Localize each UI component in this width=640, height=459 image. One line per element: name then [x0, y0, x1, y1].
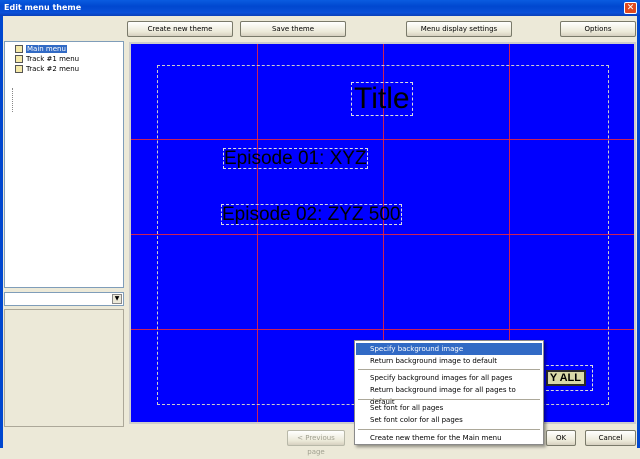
menu-separator	[358, 369, 540, 370]
menu-title-text[interactable]: Title	[351, 82, 413, 116]
menu-page-icon	[15, 65, 23, 73]
create-new-theme-button[interactable]: Create new theme	[127, 21, 233, 37]
menu-display-settings-button[interactable]: Menu display settings	[406, 21, 512, 37]
menu-item-return-background-default[interactable]: Return background image to default	[356, 355, 542, 367]
properties-panel	[4, 309, 124, 427]
tree-item-track-2-menu[interactable]: Track #2 menu	[15, 64, 79, 74]
menu-item-create-new-theme-main-menu[interactable]: Create new theme for the Main menu	[356, 432, 542, 444]
window-titlebar: Edit menu theme ✕	[0, 0, 640, 16]
tree-connector	[12, 88, 13, 112]
episode-1-text[interactable]: Episode 01: XYZ	[223, 148, 368, 169]
menu-item-return-background-all-default[interactable]: Return background image for all pages to…	[356, 384, 542, 406]
menu-item-set-font-all-pages[interactable]: Set font for all pages	[356, 402, 542, 414]
menu-page-icon	[15, 55, 23, 63]
ok-button[interactable]: OK	[546, 430, 576, 446]
tree-item-label: Track #2 menu	[26, 65, 80, 73]
menu-item-specify-background-all-pages[interactable]: Specify background images for all pages	[356, 372, 542, 384]
previous-page-button[interactable]: < Previous page	[287, 430, 345, 456]
tree-item-main-menu[interactable]: Main menu	[15, 44, 67, 54]
menu-item-specify-background-image[interactable]: Specify background image	[356, 343, 542, 355]
menu-item-set-font-color-all-pages[interactable]: Set font color for all pages	[356, 414, 542, 426]
play-all-button[interactable]: Y ALL	[546, 370, 586, 386]
menu-page-icon	[15, 45, 23, 53]
page-select-combo[interactable]: ▼	[4, 292, 124, 306]
menu-separator	[358, 429, 540, 430]
options-button[interactable]: Options	[560, 21, 636, 37]
tree-item-track-1-menu[interactable]: Track #1 menu	[15, 54, 79, 64]
tree-item-label: Track #1 menu	[26, 55, 80, 63]
menu-tree[interactable]: Main menu Track #1 menu Track #2 menu	[4, 41, 124, 288]
cancel-button[interactable]: Cancel	[585, 430, 636, 446]
context-menu: Specify background image Return backgrou…	[354, 340, 544, 445]
menu-separator	[358, 399, 540, 400]
episode-2-text[interactable]: Episode 02: ZYZ 500	[221, 204, 402, 225]
window-title: Edit menu theme	[4, 3, 82, 12]
chevron-down-icon[interactable]: ▼	[112, 294, 122, 304]
tree-item-label: Main menu	[26, 45, 67, 53]
close-icon[interactable]: ✕	[624, 2, 637, 14]
play-all-frame: Y ALL	[541, 365, 593, 391]
window-border-left	[0, 16, 3, 448]
save-theme-button[interactable]: Save theme	[240, 21, 346, 37]
